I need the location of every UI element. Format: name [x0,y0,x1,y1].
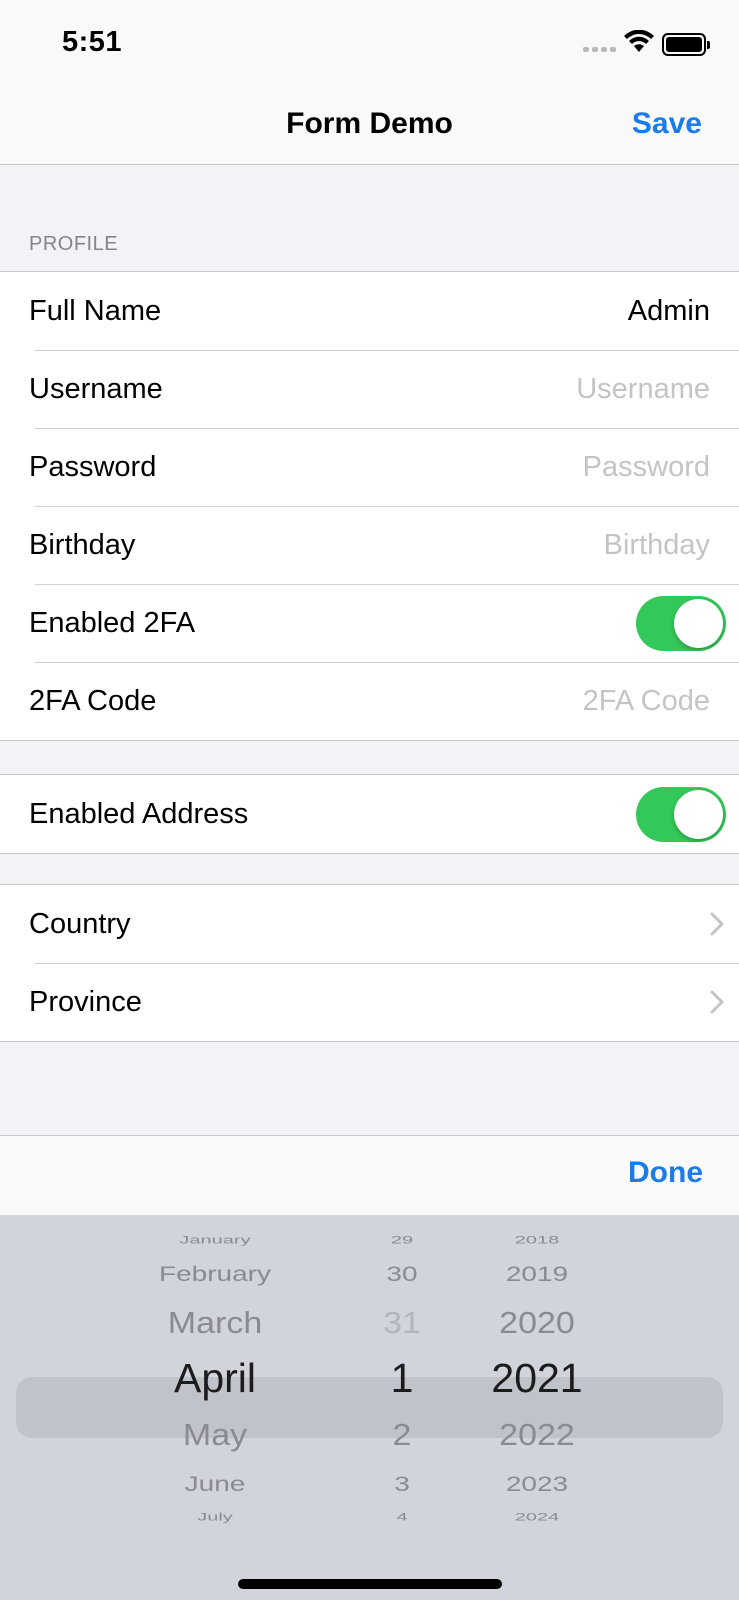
enabled-2fa-label: Enabled 2FA [29,606,196,639]
country-label: Country [29,907,131,940]
full-name-row[interactable]: Full Name Admin [0,272,739,350]
chevron-right-icon [710,912,724,936]
done-button[interactable]: Done [628,1156,703,1190]
enabled-2fa-toggle[interactable] [636,595,726,651]
cellular-signal-icon [583,47,616,52]
username-field[interactable]: Username [576,373,710,406]
enabled-2fa-row: Enabled 2FA [0,584,739,662]
2fa-code-row[interactable]: 2FA Code 2FA Code [0,662,739,740]
country-row[interactable]: Country [0,885,739,963]
home-indicator [238,1579,502,1589]
picker-year-option[interactable]: 2022 [437,1418,637,1453]
birthday-field[interactable]: Birthday [604,529,710,562]
full-name-label: Full Name [29,294,162,327]
picker-month-option[interactable]: April [115,1355,315,1402]
birthday-label: Birthday [29,528,136,561]
picker-year-option[interactable]: 2019 [437,1262,637,1286]
location-group: Country Province [0,884,739,1042]
full-name-field[interactable]: Admin [628,295,710,328]
picker-month-option[interactable]: June [115,1472,315,1496]
enabled-address-row: Enabled Address [0,775,739,853]
2fa-code-field[interactable]: 2FA Code [583,685,710,718]
province-label: Province [29,985,142,1018]
picker-month-option[interactable]: January [115,1234,315,1247]
save-button[interactable]: Save [632,107,702,141]
battery-icon [662,33,710,56]
username-label: Username [29,372,163,405]
status-bar: 5:51 [0,0,739,90]
navigation-bar: Form Demo Save [0,90,739,165]
province-row[interactable]: Province [0,963,739,1041]
address-group: Enabled Address [0,774,739,854]
picker-year-option[interactable]: 2021 [437,1355,637,1402]
picker-toolbar: Done [0,1135,739,1215]
enabled-address-label: Enabled Address [29,797,249,830]
picker-year-option[interactable]: 2023 [437,1472,637,1496]
picker-month-option[interactable]: May [115,1418,315,1453]
username-row[interactable]: Username Username [0,350,739,428]
status-time: 5:51 [62,26,123,58]
birthday-row[interactable]: Birthday Birthday [0,506,739,584]
wifi-icon [624,30,654,52]
page-title: Form Demo [286,107,453,140]
password-field[interactable]: Password [583,451,710,484]
picker-month-option[interactable]: February [115,1262,315,1286]
date-picker[interactable]: January February March April May June July 29 3… [0,1215,739,1600]
password-row[interactable]: Password Password [0,428,739,506]
profile-group: Full Name Admin Username Username Passwo… [0,271,739,741]
picker-month-option[interactable]: July [115,1511,315,1524]
picker-year-option[interactable]: 2018 [437,1234,637,1247]
picker-year-option[interactable]: 2020 [437,1306,637,1341]
picker-month-option[interactable]: March [115,1306,315,1341]
picker-year-option[interactable]: 2024 [437,1511,637,1524]
enabled-address-toggle[interactable] [636,786,726,842]
password-label: Password [29,450,157,483]
2fa-code-label: 2FA Code [29,684,157,717]
chevron-right-icon [710,990,724,1014]
section-header-profile: PROFILE [29,233,119,255]
